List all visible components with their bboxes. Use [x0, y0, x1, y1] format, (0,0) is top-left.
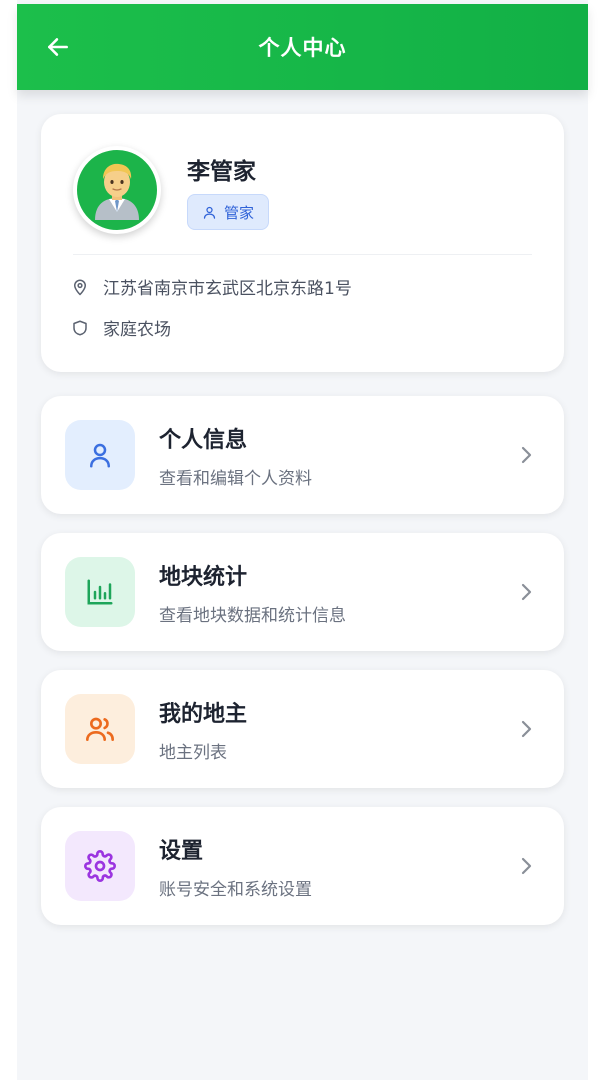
- role-label: 管家: [224, 203, 255, 222]
- gear-icon: [84, 850, 116, 882]
- profile-card: 李管家 管家 江苏省南京市玄武区北京东路1号 家庭农场: [41, 114, 564, 372]
- farm-text: 家庭农场: [103, 320, 171, 340]
- back-button[interactable]: [43, 32, 73, 62]
- menu-title: 个人信息: [159, 428, 248, 453]
- profile-name: 李管家: [187, 159, 256, 185]
- menu-title: 我的地主: [159, 702, 248, 727]
- menu-subtitle: 查看和编辑个人资料: [159, 469, 312, 489]
- menu-item-plot-stats[interactable]: 地块统计 查看地块数据和统计信息: [41, 533, 564, 651]
- menu-icon-box: [65, 557, 135, 627]
- divider: [73, 254, 532, 255]
- top-app-bar: 个人中心: [17, 4, 588, 90]
- page-title: 个人中心: [258, 36, 347, 60]
- bar-chart-icon: [87, 579, 113, 605]
- menu-subtitle: 地主列表: [159, 743, 227, 763]
- user-icon: [203, 206, 216, 219]
- chevron-right-icon: [521, 446, 532, 464]
- menu-icon-box: [65, 694, 135, 764]
- map-pin-icon: [74, 279, 86, 295]
- menu-title: 地块统计: [159, 565, 248, 590]
- address-row: 江苏省南京市玄武区北京东路1号: [71, 274, 352, 299]
- chevron-right-icon: [521, 720, 532, 738]
- chevron-right-icon: [521, 583, 532, 601]
- chevron-right-icon: [521, 857, 532, 875]
- menu-item-settings[interactable]: 设置 账号安全和系统设置: [41, 807, 564, 925]
- menu-title: 设置: [159, 839, 204, 864]
- person-office-worker-avatar: [95, 163, 139, 220]
- menu-item-my-landlords[interactable]: 我的地主 地主列表: [41, 670, 564, 788]
- address-text: 江苏省南京市玄武区北京东路1号: [103, 279, 352, 299]
- role-badge: 管家: [187, 194, 270, 230]
- menu-icon-box: [65, 420, 135, 490]
- arrow-left-icon: [48, 38, 68, 56]
- menu-item-personal-info[interactable]: 个人信息 查看和编辑个人资料: [41, 396, 564, 514]
- shield-icon: [73, 320, 87, 335]
- farm-row: 家庭农场: [71, 315, 171, 340]
- avatar[interactable]: [73, 146, 161, 234]
- users-icon: [86, 717, 114, 741]
- menu-subtitle: 账号安全和系统设置: [159, 880, 312, 900]
- menu-icon-box: [65, 831, 135, 901]
- menu-subtitle: 查看地块数据和统计信息: [159, 606, 346, 626]
- app-screen: 个人中心 李管家 管家 江苏省南京市玄武区北京东路1号 家庭农场 个人信息 查看…: [17, 0, 588, 1080]
- user-icon: [90, 443, 110, 468]
